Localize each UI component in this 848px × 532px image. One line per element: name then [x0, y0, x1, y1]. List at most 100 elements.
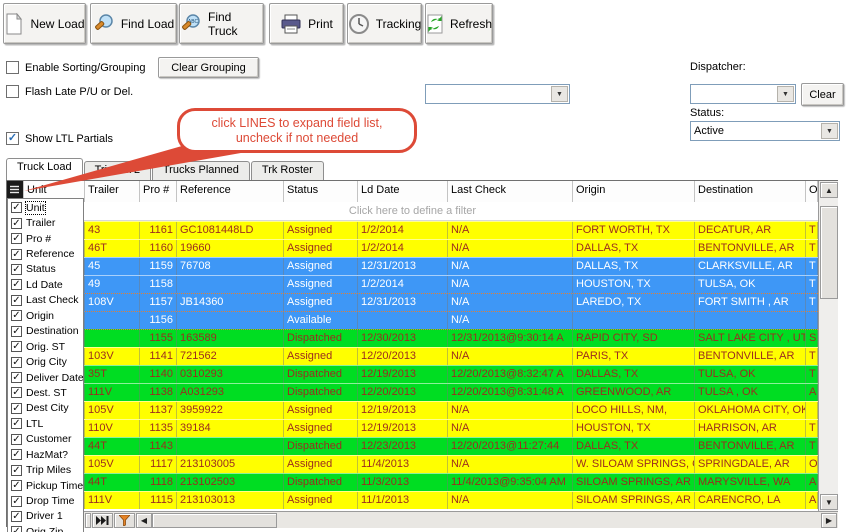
- grid-cell-origin[interactable]: [573, 312, 695, 329]
- grid-cell-trailer[interactable]: 35T: [85, 366, 140, 383]
- field-list-item-ld-date[interactable]: ✓Ld Date: [10, 277, 83, 292]
- grid-cell-trailer[interactable]: 105V: [85, 456, 140, 473]
- grid-cell-status[interactable]: Assigned: [284, 348, 358, 365]
- field-list-item-hazmat-[interactable]: ✓HazMat?: [10, 447, 83, 462]
- grid-cell-origin[interactable]: LAREDO, TX: [573, 294, 695, 311]
- nav-filter-button[interactable]: [114, 513, 135, 528]
- grid-cell-origin[interactable]: FORT WORTH, TX: [573, 222, 695, 239]
- grid-cell-trailer[interactable]: 111V: [85, 492, 140, 509]
- grid-cell-orig_st[interactable]: T: [806, 222, 818, 239]
- grid-cell-reference[interactable]: A031293: [177, 384, 284, 401]
- grid-cell-origin[interactable]: DALLAS, TX: [573, 366, 695, 383]
- grid-cell-reference[interactable]: 213103005: [177, 456, 284, 473]
- table-row[interactable]: 1156AvailableN/A: [7, 311, 818, 329]
- grid-cell-reference[interactable]: JB14360: [177, 294, 284, 311]
- grid-cell-ld_date[interactable]: [358, 312, 448, 329]
- grid-cell-last_check[interactable]: 12/20/2013@8:32:47 A: [448, 366, 573, 383]
- field-list-item-orig-st[interactable]: ✓Orig. ST: [10, 339, 83, 354]
- grid-cell-status[interactable]: Assigned: [284, 240, 358, 257]
- grid-cell-origin[interactable]: HOUSTON, TX: [573, 276, 695, 293]
- grid-cell-trailer[interactable]: 111V: [85, 384, 140, 401]
- checkbox-checked-icon[interactable]: ✓: [11, 496, 22, 507]
- field-list-item-customer[interactable]: ✓Customer: [10, 432, 83, 447]
- grid-cell-last_check[interactable]: 11/4/2013@9:35:04 AM: [448, 474, 573, 491]
- grid-cell-reference[interactable]: 163589: [177, 330, 284, 347]
- grid-cell-origin[interactable]: HOUSTON, TX: [573, 420, 695, 437]
- grid-cell-orig_st[interactable]: [806, 312, 818, 329]
- grid-cell-last_check[interactable]: N/A: [448, 420, 573, 437]
- field-list-item-status[interactable]: ✓Status: [10, 262, 83, 277]
- grid-cell-ld_date[interactable]: 11/1/2013: [358, 492, 448, 509]
- field-list-item-pickup-time[interactable]: ✓Pickup Time: [10, 478, 83, 493]
- vertical-scroll-thumb[interactable]: [820, 206, 838, 299]
- grid-cell-last_check[interactable]: N/A: [448, 456, 573, 473]
- table-row[interactable]: 108V1157JB14360Assigned12/31/2013N/ALARE…: [7, 293, 818, 311]
- field-list-item-dest-city[interactable]: ✓Dest City: [10, 401, 83, 416]
- grid-cell-status[interactable]: Assigned: [284, 276, 358, 293]
- field-list-item-orig-zip[interactable]: ✓Orig Zip: [10, 524, 83, 532]
- grid-cell-trailer[interactable]: 110V: [85, 420, 140, 437]
- field-list-item-orig-city[interactable]: ✓Orig City: [10, 354, 83, 369]
- column-header-orig_st[interactable]: O: [806, 181, 818, 202]
- grid-cell-pro[interactable]: 1137: [140, 402, 177, 419]
- column-header-destination[interactable]: Destination: [695, 181, 806, 202]
- checkbox-checked-icon[interactable]: ✓: [11, 387, 22, 398]
- grid-cell-trailer[interactable]: [85, 330, 140, 347]
- checkbox-checked-icon[interactable]: ✓: [11, 341, 22, 352]
- field-list-item-unit[interactable]: ✓Unit: [10, 200, 83, 215]
- grid-cell-origin[interactable]: SILOAM SPRINGS, AR: [573, 492, 695, 509]
- grid-cell-destination[interactable]: HARRISON, AR: [695, 420, 806, 437]
- field-list-item-destination[interactable]: ✓Destination: [10, 324, 83, 339]
- horizontal-scroll-thumb[interactable]: [152, 513, 277, 528]
- field-list-item-deliver-date[interactable]: ✓Deliver Date: [10, 370, 83, 385]
- grid-cell-ld_date[interactable]: 12/20/2013: [358, 348, 448, 365]
- grid-cell-orig_st[interactable]: A: [806, 492, 818, 509]
- checkbox-checked-icon[interactable]: ✓: [11, 264, 22, 275]
- chevron-down-icon[interactable]: ▼: [551, 86, 568, 102]
- grid-cell-reference[interactable]: 39184: [177, 420, 284, 437]
- grid-cell-last_check[interactable]: N/A: [448, 492, 573, 509]
- grid-cell-orig_st[interactable]: T: [806, 420, 818, 437]
- grid-cell-pro[interactable]: 1138: [140, 384, 177, 401]
- checkbox-checked-icon[interactable]: ✓: [11, 218, 22, 229]
- grid-cell-orig_st[interactable]: T: [806, 366, 818, 383]
- tracking-button[interactable]: Tracking: [347, 3, 422, 44]
- nav-partial-button[interactable]: [85, 513, 91, 528]
- grid-cell-destination[interactable]: CARENCRO, LA: [695, 492, 806, 509]
- grid-cell-status[interactable]: Assigned: [284, 222, 358, 239]
- column-header-status[interactable]: Status: [284, 181, 358, 202]
- column-header-pro[interactable]: Pro #: [140, 181, 177, 202]
- grid-cell-reference[interactable]: [177, 438, 284, 455]
- grid-cell-reference[interactable]: 19660: [177, 240, 284, 257]
- grid-cell-destination[interactable]: [695, 312, 806, 329]
- grid-cell-ld_date[interactable]: 12/20/2013: [358, 384, 448, 401]
- grid-cell-last_check[interactable]: N/A: [448, 402, 573, 419]
- grid-cell-ld_date[interactable]: 12/31/2013: [358, 294, 448, 311]
- status-dropdown[interactable]: Active ▼: [690, 121, 840, 141]
- grid-cell-orig_st[interactable]: T: [806, 258, 818, 275]
- checkbox-checked-icon[interactable]: ✓: [11, 202, 22, 213]
- grid-cell-last_check[interactable]: N/A: [448, 276, 573, 293]
- checkbox-checked-icon[interactable]: ✓: [11, 511, 22, 522]
- grid-cell-reference[interactable]: 3959922: [177, 402, 284, 419]
- table-row[interactable]: 111V1138A031293Dispatched12/20/201312/20…: [7, 383, 818, 401]
- checkbox-checked-icon[interactable]: ✓: [11, 295, 22, 306]
- grid-cell-status[interactable]: Assigned: [284, 492, 358, 509]
- field-list-item-trip-miles[interactable]: ✓Trip Miles: [10, 462, 83, 477]
- grid-cell-ld_date[interactable]: 11/3/2013: [358, 474, 448, 491]
- grid-cell-reference[interactable]: 213102503: [177, 474, 284, 491]
- grid-cell-orig_st[interactable]: T: [806, 276, 818, 293]
- grid-cell-destination[interactable]: SALT LAKE CITY , UT: [695, 330, 806, 347]
- grid-cell-last_check[interactable]: 12/20/2013@11:27:44: [448, 438, 573, 455]
- grid-cell-reference[interactable]: 213103013: [177, 492, 284, 509]
- grid-cell-trailer[interactable]: 44T: [85, 438, 140, 455]
- grid-cell-destination[interactable]: SPRINGDALE, AR: [695, 456, 806, 473]
- grid-cell-pro[interactable]: 1159: [140, 258, 177, 275]
- field-list-item-driver-1[interactable]: ✓Driver 1: [10, 509, 83, 524]
- grid-cell-orig_st[interactable]: S: [806, 330, 818, 347]
- tab-trucks-planned[interactable]: Trucks Planned: [152, 161, 250, 180]
- table-row[interactable]: 491158Assigned1/2/2014N/AHOUSTON, TXTULS…: [7, 275, 818, 293]
- grid-cell-ld_date[interactable]: 12/19/2013: [358, 402, 448, 419]
- grid-cell-reference[interactable]: [177, 276, 284, 293]
- grid-cell-destination[interactable]: BENTONVILLE, AR: [695, 438, 806, 455]
